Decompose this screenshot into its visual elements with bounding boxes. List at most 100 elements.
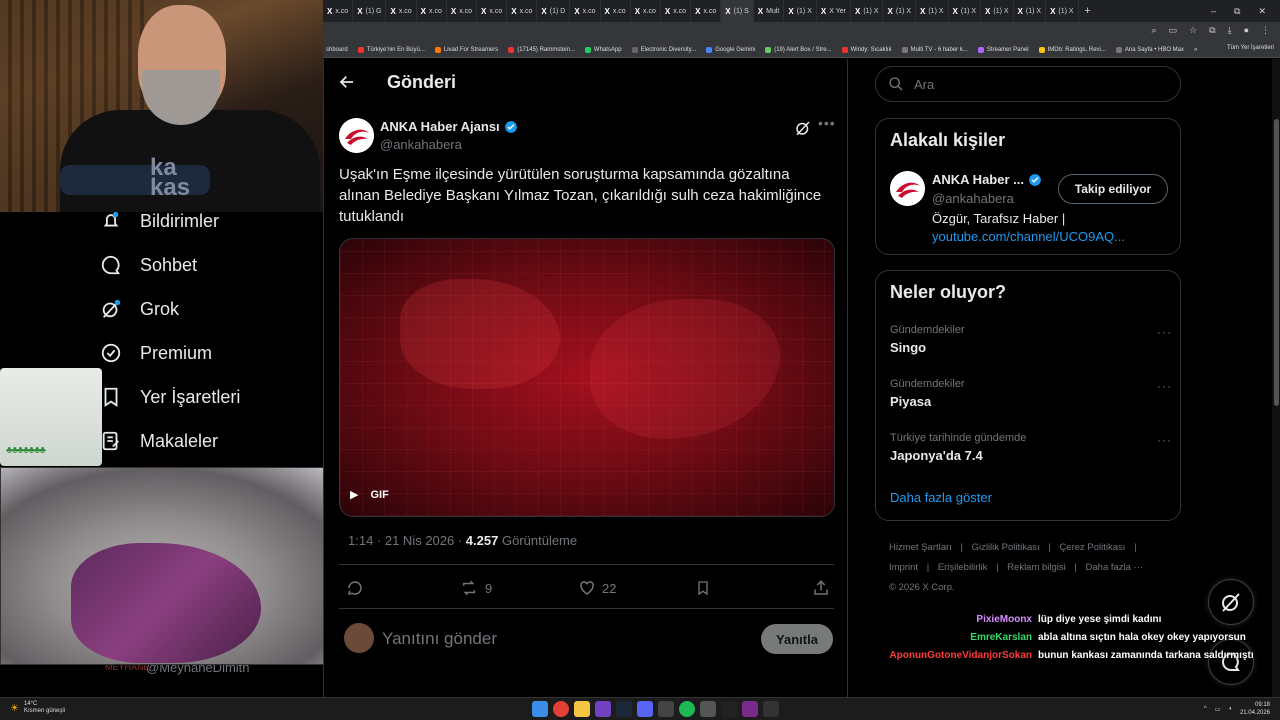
grok-explain-icon[interactable]: [794, 119, 812, 142]
browser-tab[interactable]: X (1) X: [784, 0, 817, 22]
browser-tab[interactable]: Xx.co: [386, 0, 417, 22]
browser-tab[interactable]: X (1) X: [883, 0, 916, 22]
scroll-thumb[interactable]: [1274, 119, 1279, 406]
start-icon[interactable]: [532, 701, 548, 717]
bookmark-item[interactable]: Google Gemini: [706, 46, 755, 53]
nav-item-notifications[interactable]: Bildirimler: [100, 210, 219, 232]
browser-tab[interactable]: Xx.co: [601, 0, 631, 22]
chrome-icon[interactable]: [553, 701, 569, 717]
footer-link[interactable]: Hizmet Şartları: [889, 542, 952, 553]
tray-chevron-icon[interactable]: ^: [1204, 706, 1207, 712]
new-tab-button[interactable]: +: [1079, 5, 1097, 17]
bookmark-item[interactable]: Livad For Streamers: [434, 46, 498, 53]
related-handle[interactable]: @ankahabera: [932, 191, 1014, 206]
trend-item[interactable]: Türkiye tarihinde gündemde Japonya'da 7.…: [890, 432, 1026, 463]
trend-item[interactable]: Gündemdekiler Piyasa: [890, 378, 965, 409]
bookmark-item[interactable]: IMDb: Ratings, Revi...: [1038, 46, 1106, 53]
star-icon[interactable]: ☆: [1189, 25, 1197, 36]
trend-more-icon[interactable]: ···: [1157, 433, 1172, 447]
browser-tab[interactable]: Xx.co: [447, 0, 478, 22]
bookmark-item[interactable]: Streamer Panel: [977, 46, 1029, 53]
explorer-icon[interactable]: [574, 701, 590, 717]
app-icon[interactable]: [763, 701, 779, 717]
nav-item-chat[interactable]: Sohbet: [100, 254, 197, 276]
browser-tab[interactable]: Xx.co: [323, 0, 354, 22]
app-icon[interactable]: [742, 701, 758, 717]
reply-input[interactable]: Yanıtını gönder: [382, 629, 497, 649]
post-media-gif[interactable]: ▶ GIF: [339, 238, 835, 517]
following-button[interactable]: Takip ediliyor: [1058, 174, 1168, 204]
obs-icon[interactable]: [721, 701, 737, 717]
browser-tab[interactable]: Xx.co: [507, 0, 538, 22]
author-avatar[interactable]: [339, 118, 374, 153]
spotify-icon[interactable]: [679, 701, 695, 717]
close-window-button[interactable]: ✕: [1258, 6, 1266, 17]
app-icon[interactable]: [700, 701, 716, 717]
browser-tab[interactable]: X Mult: [754, 0, 785, 22]
extensions-icon[interactable]: ⧉: [1209, 25, 1215, 36]
app-icon[interactable]: [658, 701, 674, 717]
reply-button[interactable]: [346, 579, 364, 597]
like-button[interactable]: 22: [578, 579, 616, 597]
nav-item-premium[interactable]: Premium: [100, 342, 212, 364]
trend-more-icon[interactable]: ···: [1157, 325, 1172, 339]
weather-widget[interactable]: ☀ 14°C Kısmen güneşli: [10, 701, 65, 715]
browser-tab[interactable]: X (1) X: [1014, 0, 1047, 22]
show-more-link[interactable]: Daha fazla göster: [890, 490, 992, 505]
footer-link[interactable]: Gizlilik Politikası: [972, 542, 1040, 553]
download-icon[interactable]: ⤓: [1228, 25, 1232, 36]
nav-item-bookmarks[interactable]: Yer İşaretleri: [100, 386, 240, 408]
footer-link[interactable]: Erişilebilirlik: [938, 562, 988, 573]
browser-tab[interactable]: X (1) X: [981, 0, 1014, 22]
scrollbar[interactable]: [1272, 59, 1280, 697]
more-options-icon[interactable]: •••: [818, 115, 836, 131]
browser-tab[interactable]: XX Yer: [817, 0, 851, 22]
bookmark-item[interactable]: Multi TV - 6 haber k...: [901, 46, 968, 53]
trend-item[interactable]: Gündemdekiler Singo: [890, 324, 965, 355]
related-link[interactable]: youtube.com/channel/UCO9AQ...: [932, 229, 1125, 244]
bookmark-item[interactable]: WhatsApp: [584, 46, 622, 53]
menu-icon[interactable]: ⋮: [1261, 25, 1270, 36]
gif-badge[interactable]: ▶ GIF: [350, 488, 389, 502]
nav-item-grok[interactable]: Grok: [100, 298, 179, 320]
trend-more-icon[interactable]: ···: [1157, 379, 1172, 393]
footer-link[interactable]: Reklam bilgisi: [1007, 562, 1066, 573]
bookmark-button[interactable]: [695, 579, 711, 597]
bookmarks-overflow[interactable]: »: [1194, 47, 1197, 53]
search-input[interactable]: Ara: [875, 66, 1181, 102]
related-name[interactable]: ANKA Haber ...: [932, 172, 1042, 187]
bookmark-item[interactable]: Windy: Sıcaklık: [841, 46, 892, 53]
cast-icon[interactable]: ▭: [1169, 25, 1178, 36]
browser-tab[interactable]: Xx.co: [417, 0, 447, 22]
bookmark-item[interactable]: (19) Alert Box / Stre...: [765, 46, 832, 53]
footer-link[interactable]: Imprint: [889, 562, 918, 573]
profile-icon[interactable]: ●: [1244, 25, 1249, 36]
share-button[interactable]: [812, 579, 830, 597]
repost-button[interactable]: 9: [459, 579, 492, 597]
author-name[interactable]: ANKA Haber Ajansı: [380, 119, 518, 134]
nav-item-articles[interactable]: Makaleler: [100, 430, 218, 452]
browser-tab[interactable]: X (1) X: [916, 0, 949, 22]
bookmark-item[interactable]: Türkiye'nin En Büyü...: [357, 46, 425, 53]
steam-icon[interactable]: [616, 701, 632, 717]
all-bookmarks[interactable]: Tüm Yer İşaretleri: [1227, 45, 1274, 51]
browser-tab[interactable]: X (1) G: [353, 0, 387, 22]
footer-link[interactable]: Çerez Politikası: [1059, 542, 1125, 553]
browser-tab[interactable]: X (1) X: [851, 0, 884, 22]
back-arrow-icon[interactable]: [338, 73, 360, 95]
browser-tab[interactable]: Xx.co: [631, 0, 661, 22]
minimize-button[interactable]: –: [1211, 6, 1216, 16]
browser-tab[interactable]: X (1) X: [949, 0, 982, 22]
network-icon[interactable]: ▭: [1215, 706, 1221, 713]
bookmark-item[interactable]: (17145) Rammstein...: [508, 46, 575, 53]
post-timestamp[interactable]: 1:14 · 21 Nis 2026 ·: [348, 533, 466, 548]
app-icon[interactable]: [595, 701, 611, 717]
bookmark-item[interactable]: Ana Sayfa • HBO Max: [1115, 46, 1184, 53]
browser-tab[interactable]: Xx.co: [661, 0, 692, 22]
browser-tab[interactable]: Xx.co: [570, 0, 601, 22]
maximize-button[interactable]: ⧉: [1234, 6, 1240, 17]
browser-tab[interactable]: Xx.co: [477, 0, 508, 22]
footer-link[interactable]: Daha fazla ···: [1086, 562, 1144, 573]
bookmark-item[interactable]: Electronic Diversity...: [631, 46, 696, 53]
zoom-icon[interactable]: ⌕: [1152, 25, 1157, 36]
